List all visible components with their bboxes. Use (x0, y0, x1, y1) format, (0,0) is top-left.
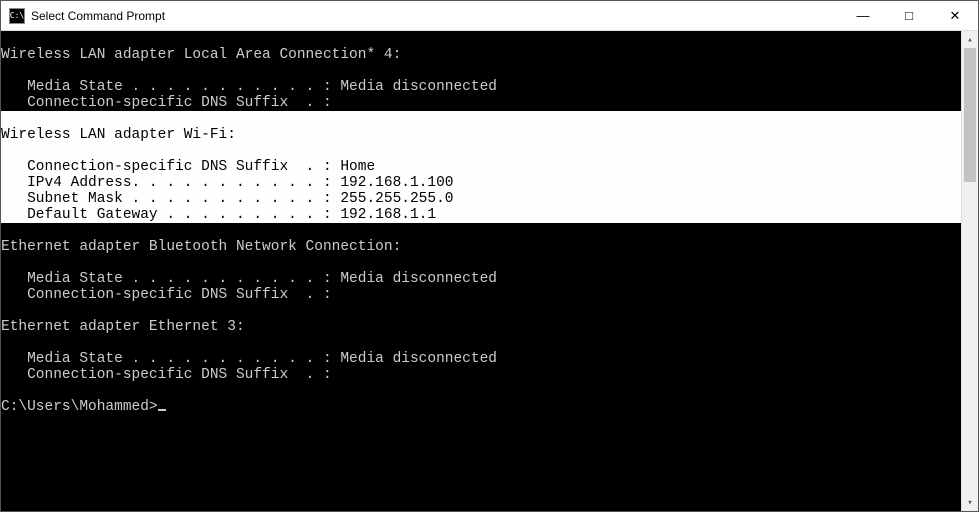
prompt-text: C:\Users\Mohammed> (1, 399, 158, 415)
terminal-line[interactable]: Subnet Mask . . . . . . . . . . . : 255.… (1, 191, 961, 207)
close-button[interactable]: ✕ (932, 1, 978, 30)
terminal-line[interactable]: Connection-specific DNS Suffix . : (1, 95, 961, 111)
scroll-down-arrow-icon[interactable]: ▾ (962, 494, 978, 511)
terminal-line[interactable] (1, 143, 961, 159)
prompt-line[interactable]: C:\Users\Mohammed> (1, 399, 961, 415)
terminal-line[interactable]: Ethernet adapter Bluetooth Network Conne… (1, 239, 961, 255)
command-prompt-icon: C:\ (9, 8, 25, 24)
vertical-scrollbar[interactable]: ▴ ▾ (961, 31, 978, 511)
terminal-line[interactable] (1, 223, 961, 239)
terminal-line[interactable] (1, 383, 961, 399)
terminal-line[interactable]: Media State . . . . . . . . . . . : Medi… (1, 271, 961, 287)
client-area: Wireless LAN adapter Local Area Connecti… (1, 31, 978, 511)
terminal-line[interactable]: Ethernet adapter Ethernet 3: (1, 319, 961, 335)
terminal-line[interactable]: Wireless LAN adapter Wi-Fi: (1, 127, 961, 143)
terminal-line[interactable]: Connection-specific DNS Suffix . : Home (1, 159, 961, 175)
terminal-line[interactable] (1, 255, 961, 271)
scrollbar-track[interactable] (962, 48, 978, 494)
terminal-output[interactable]: Wireless LAN adapter Local Area Connecti… (1, 31, 961, 511)
terminal-line[interactable]: Default Gateway . . . . . . . . . : 192.… (1, 207, 961, 223)
scroll-up-arrow-icon[interactable]: ▴ (962, 31, 978, 48)
window-controls: — □ ✕ (840, 1, 978, 30)
terminal-line[interactable]: Connection-specific DNS Suffix . : (1, 367, 961, 383)
terminal-line[interactable]: Connection-specific DNS Suffix . : (1, 287, 961, 303)
terminal-line[interactable]: Media State . . . . . . . . . . . : Medi… (1, 351, 961, 367)
terminal-line[interactable]: Media State . . . . . . . . . . . : Medi… (1, 79, 961, 95)
terminal-line[interactable]: IPv4 Address. . . . . . . . . . . : 192.… (1, 175, 961, 191)
minimize-button[interactable]: — (840, 1, 886, 30)
scrollbar-thumb[interactable] (964, 48, 976, 182)
window-title: Select Command Prompt (31, 9, 840, 23)
terminal-line[interactable] (1, 31, 961, 47)
window: C:\ Select Command Prompt — □ ✕ Wireless… (0, 0, 979, 512)
terminal-line[interactable] (1, 303, 961, 319)
text-cursor (158, 409, 166, 411)
titlebar[interactable]: C:\ Select Command Prompt — □ ✕ (1, 1, 978, 31)
terminal-line[interactable] (1, 111, 961, 127)
terminal-line[interactable] (1, 335, 961, 351)
terminal-line[interactable]: Wireless LAN adapter Local Area Connecti… (1, 47, 961, 63)
maximize-button[interactable]: □ (886, 1, 932, 30)
terminal-line[interactable] (1, 63, 961, 79)
